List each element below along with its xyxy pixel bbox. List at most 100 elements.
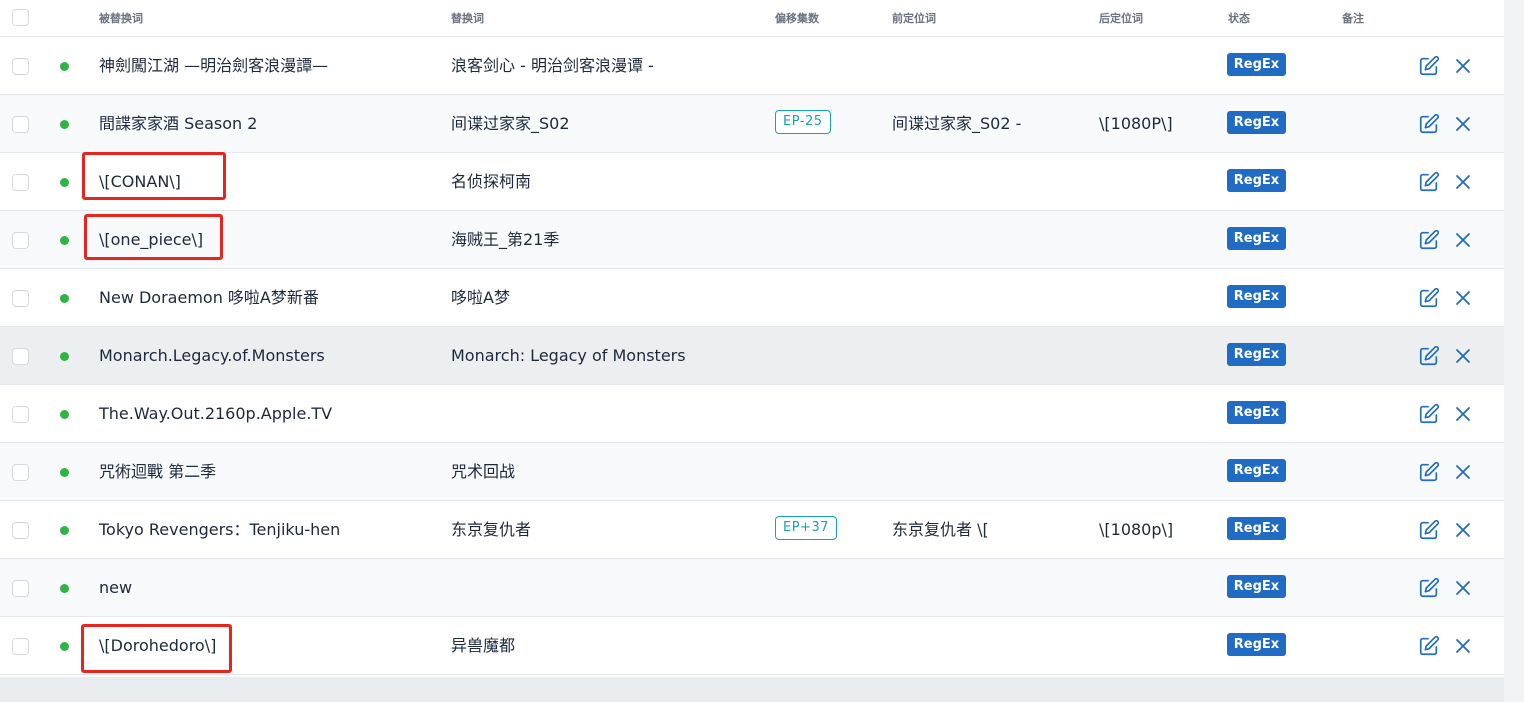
edit-icon[interactable]: [1418, 229, 1440, 251]
source-word: \[CONAN\]: [99, 172, 181, 191]
replacement-word: 浪客剑心 - 明治剑客浪漫谭 -: [451, 56, 654, 75]
table-row: Tokyo Revengers：Tenjiku-hen 东京复仇者 EP+37 东京复…: [0, 501, 1504, 559]
header-replacement: 替换词: [451, 12, 484, 25]
row-checkbox[interactable]: [12, 174, 29, 191]
table-row: 神劍闖江湖 —明治劍客浪漫譚— 浪客剑心 - 明治剑客浪漫谭 - RegEx: [0, 37, 1504, 95]
replacement-word: 哆啦A梦: [451, 288, 510, 307]
row-checkbox[interactable]: [12, 348, 29, 365]
status-badge: RegEx: [1227, 401, 1286, 424]
close-icon[interactable]: [1453, 346, 1473, 366]
source-word: \[one_piece\]: [99, 230, 204, 249]
replacement-word: 间谍过家家_S02: [451, 114, 570, 133]
status-dot-icon: [60, 294, 69, 303]
table-row: \[CONAN\] 名侦探柯南 RegEx: [0, 153, 1504, 211]
table-row: 間諜家家酒 Season 2 间谍过家家_S02 EP-25 间谍过家家_S02 - \…: [0, 95, 1504, 153]
status-dot-icon: [60, 410, 69, 419]
close-icon[interactable]: [1453, 56, 1473, 76]
source-word: Tokyo Revengers：Tenjiku-hen: [99, 520, 341, 539]
table-row: The.Way.Out.2160p.Apple.TV RegEx: [0, 385, 1504, 443]
status-badge: RegEx: [1227, 517, 1286, 540]
status-dot-icon: [60, 468, 69, 477]
status-dot-icon: [60, 642, 69, 651]
row-checkbox[interactable]: [12, 58, 29, 75]
status-dot-icon: [60, 236, 69, 245]
edit-icon[interactable]: [1418, 519, 1440, 541]
header-offset: 偏移集数: [775, 12, 819, 25]
close-icon[interactable]: [1453, 230, 1473, 250]
table-row: new RegEx: [0, 559, 1504, 617]
status-dot-icon: [60, 62, 69, 71]
status-dot-icon: [60, 584, 69, 593]
header-source: 被替换词: [99, 12, 143, 25]
source-word: 咒術迴戰 第二季: [99, 462, 217, 481]
status-dot-icon: [60, 120, 69, 129]
close-icon[interactable]: [1453, 520, 1473, 540]
row-checkbox[interactable]: [12, 232, 29, 249]
header-note: 备注: [1342, 12, 1364, 25]
source-word: 神劍闖江湖 —明治劍客浪漫譚—: [99, 56, 329, 75]
replacement-word: 海贼王_第21季: [451, 230, 560, 249]
table-row: Monarch.Legacy.of.Monsters Monarch: Legac…: [0, 327, 1504, 385]
close-icon[interactable]: [1453, 288, 1473, 308]
replacement-word: Monarch: Legacy of Monsters: [451, 346, 686, 365]
row-checkbox[interactable]: [12, 290, 29, 307]
row-checkbox[interactable]: [12, 464, 29, 481]
close-icon[interactable]: [1453, 114, 1473, 134]
status-badge: RegEx: [1227, 53, 1286, 76]
row-checkbox[interactable]: [12, 638, 29, 655]
rules-table: 被替换词 替换词 偏移集数 前定位词 后定位词 状态 备注 神劍闖江湖 —明治劍…: [0, 0, 1504, 677]
status-badge: RegEx: [1227, 633, 1286, 656]
suffix-word: \[1080p\]: [1099, 520, 1174, 539]
replacement-word: 名侦探柯南: [451, 172, 532, 191]
status-dot-icon: [60, 178, 69, 187]
source-word: \[Dorohedoro\]: [99, 636, 217, 655]
edit-icon[interactable]: [1418, 55, 1440, 77]
source-word: new: [99, 578, 133, 597]
offset-tag: EP+37: [775, 516, 837, 540]
select-all-checkbox[interactable]: [12, 9, 29, 26]
row-checkbox[interactable]: [12, 522, 29, 539]
table-row: 咒術迴戰 第二季 咒术回战 RegEx: [0, 443, 1504, 501]
vertical-scrollbar[interactable]: [1504, 0, 1524, 702]
header-prefix: 前定位词: [892, 12, 936, 25]
row-checkbox[interactable]: [12, 406, 29, 423]
source-word: The.Way.Out.2160p.Apple.TV: [99, 404, 333, 423]
status-badge: RegEx: [1227, 227, 1286, 250]
replacement-word: 东京复仇者: [451, 520, 532, 539]
status-dot-icon: [60, 352, 69, 361]
row-checkbox[interactable]: [12, 580, 29, 597]
status-badge: RegEx: [1227, 285, 1286, 308]
edit-icon[interactable]: [1418, 635, 1440, 657]
status-badge: RegEx: [1227, 343, 1286, 366]
offset-tag: EP-25: [775, 110, 831, 134]
edit-icon[interactable]: [1418, 577, 1440, 599]
edit-icon[interactable]: [1418, 171, 1440, 193]
edit-icon[interactable]: [1418, 461, 1440, 483]
row-checkbox[interactable]: [12, 116, 29, 133]
close-icon[interactable]: [1453, 172, 1473, 192]
table-row: New Doraemon 哆啦A梦新番 哆啦A梦 RegEx: [0, 269, 1504, 327]
status-badge: RegEx: [1227, 111, 1286, 134]
table-row: \[one_piece\] 海贼王_第21季 RegEx: [0, 211, 1504, 269]
status-dot-icon: [60, 526, 69, 535]
prefix-word: 间谍过家家_S02 -: [892, 114, 1022, 133]
table-header: 被替换词 替换词 偏移集数 前定位词 后定位词 状态 备注: [0, 0, 1504, 37]
edit-icon[interactable]: [1418, 113, 1440, 135]
header-suffix: 后定位词: [1099, 12, 1143, 25]
source-word: 間諜家家酒 Season 2: [99, 114, 258, 133]
replacement-word: 咒术回战: [451, 462, 516, 481]
status-badge: RegEx: [1227, 169, 1286, 192]
close-icon[interactable]: [1453, 636, 1473, 656]
replacement-word: 异兽魔都: [451, 636, 516, 655]
prefix-word: 东京复仇者 \[: [892, 520, 989, 539]
suffix-word: \[1080P\]: [1099, 114, 1173, 133]
edit-icon[interactable]: [1418, 345, 1440, 367]
edit-icon[interactable]: [1418, 287, 1440, 309]
status-badge: RegEx: [1227, 575, 1286, 598]
header-status: 状态: [1228, 12, 1250, 25]
close-icon[interactable]: [1453, 578, 1473, 598]
edit-icon[interactable]: [1418, 403, 1440, 425]
close-icon[interactable]: [1453, 462, 1473, 482]
close-icon[interactable]: [1453, 404, 1473, 424]
table-row: \[Dorohedoro\] 异兽魔都 RegEx: [0, 617, 1504, 675]
